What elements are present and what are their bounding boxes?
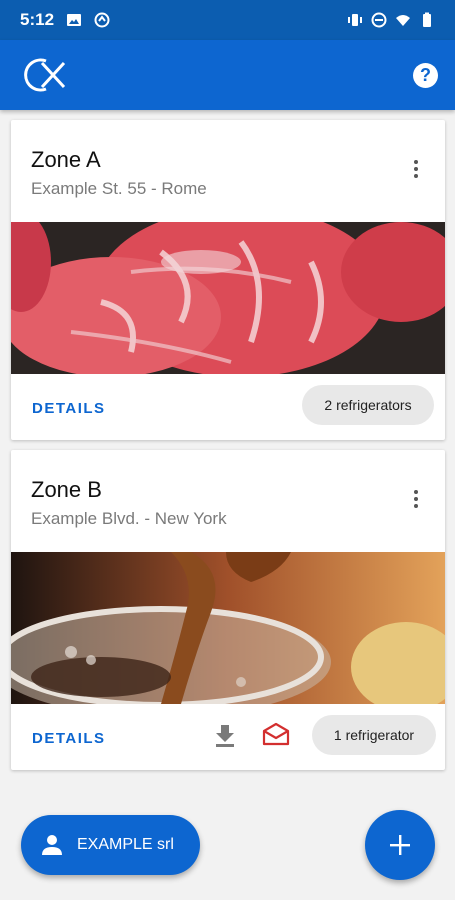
data-saver-icon: [94, 12, 110, 28]
account-name: EXAMPLE srl: [77, 836, 174, 853]
image-notification-icon: [67, 14, 82, 26]
help-icon: ?: [420, 65, 431, 85]
zone-address: Example St. 55 - Rome: [31, 179, 207, 198]
zone-title: Zone B: [31, 477, 102, 502]
more-options-icon[interactable]: [413, 490, 419, 512]
person-icon: [42, 835, 62, 855]
open-mail-icon[interactable]: [262, 722, 290, 746]
plus-icon: [390, 835, 410, 855]
wifi-icon: [396, 15, 410, 26]
zone-card[interactable]: Zone A Example St. 55 - Rome DETAILS 2 r…: [11, 120, 445, 440]
zone-title: Zone A: [31, 147, 101, 172]
details-button[interactable]: DETAILS: [32, 730, 106, 747]
refrigerators-count-chip: 2 refrigerators: [302, 385, 434, 425]
vibrate-icon: [348, 14, 362, 26]
do-not-disturb-icon: [371, 12, 387, 28]
refrigerators-count-chip: 1 refrigerator: [312, 715, 436, 755]
download-icon[interactable]: [214, 723, 236, 747]
status-bar: 5:12: [0, 0, 455, 40]
drink-pour-photo: [11, 552, 445, 704]
meat-photo: [11, 222, 445, 374]
app-logo-icon: [24, 58, 66, 92]
add-zone-button[interactable]: [365, 810, 435, 880]
zone-card[interactable]: Zone B Example Blvd. - New York DETAILS …: [11, 450, 445, 770]
app-bar: ?: [0, 40, 455, 110]
status-time: 5:12: [20, 10, 55, 29]
details-button[interactable]: DETAILS: [32, 400, 106, 417]
help-button[interactable]: ?: [413, 63, 438, 88]
account-button[interactable]: EXAMPLE srl: [21, 815, 200, 875]
zone-address: Example Blvd. - New York: [31, 509, 227, 528]
battery-icon: [423, 12, 431, 27]
more-options-icon[interactable]: [413, 160, 419, 182]
